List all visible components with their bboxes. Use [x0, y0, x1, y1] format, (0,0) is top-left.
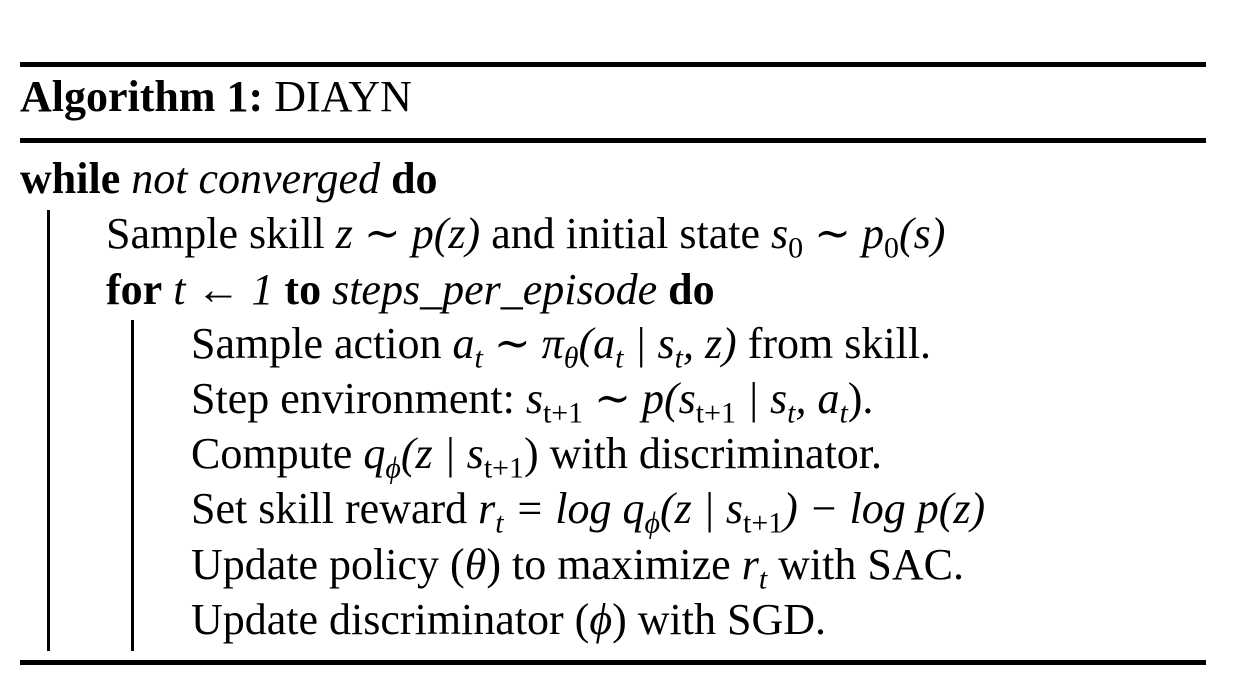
sample-skill-line: Sample skill z ∼ p(z) and initial state … [106, 209, 945, 274]
text: Step environment: [191, 374, 526, 423]
reward-line: Set skill reward rt = log qϕ(z | st+1) −… [191, 484, 985, 549]
math-sub: t [474, 341, 483, 375]
math-args: (a [578, 319, 616, 368]
math-p: ∼ p(s [583, 374, 696, 423]
math-p: p [861, 209, 884, 258]
math-z: z [335, 209, 353, 258]
text: Update policy ( [191, 540, 465, 589]
for-keyword: for [106, 265, 163, 314]
math-sub: ϕ [644, 506, 661, 540]
text: from skill. [736, 319, 932, 368]
math-sub: t+1 [542, 396, 584, 430]
math-a: a [452, 319, 475, 368]
math-sub: t+1 [483, 451, 524, 485]
while-keyword: while [20, 154, 121, 203]
while-do-keyword: do [391, 154, 438, 203]
text: Compute [191, 429, 364, 478]
math-r: r [741, 540, 759, 589]
math-sub: 0 [788, 231, 804, 265]
for-block-bar [131, 320, 134, 651]
math-ps: (s) [898, 209, 946, 258]
algorithm-title: Algorithm 1: DIAYN [20, 72, 412, 122]
math-s: s [771, 209, 789, 258]
math-bar: | s [735, 374, 788, 423]
math-sub: t+1 [695, 396, 736, 430]
math-sub: t [495, 506, 504, 540]
math-close: ) [523, 429, 539, 478]
while-condition: not converged [131, 154, 381, 203]
math-q: q [363, 429, 386, 478]
text: Update discriminator ( [191, 595, 590, 644]
algorithm-box: Algorithm 1: DIAYN while not converged d… [20, 0, 1206, 684]
text: with discriminator. [538, 429, 883, 478]
text: Sample skill [106, 209, 336, 258]
text: and initial state [480, 209, 772, 258]
math-s: s [525, 374, 543, 423]
to-keyword: to [284, 265, 322, 314]
math-sub: ϕ [385, 451, 401, 485]
text: ) to maximize [486, 540, 742, 589]
bottom-rule [20, 660, 1206, 665]
math-args: (z | s [660, 484, 744, 533]
for-do-keyword: do [668, 265, 715, 314]
for-var: t ← 1 [162, 265, 285, 314]
math-tail: ) − log p(z) [783, 484, 986, 533]
header-rule [20, 138, 1206, 143]
text: ). [847, 374, 874, 423]
math-sub: t [674, 341, 683, 375]
math-theta: θ [464, 540, 487, 589]
algorithm-name: DIAYN [274, 72, 412, 121]
math-pi: ∼ π [482, 319, 564, 368]
math-r: r [478, 484, 496, 533]
math-sim: ∼ [803, 209, 862, 258]
text: ) with SGD. [612, 595, 827, 644]
for-range: steps_per_episode [321, 265, 669, 314]
math-sub: θ [563, 341, 579, 375]
math-args: (z | s [400, 429, 484, 478]
update-disc-line: Update discriminator (ϕ) with SGD. [191, 595, 826, 645]
while-line: while not converged do [20, 154, 438, 204]
while-block-bar [47, 210, 50, 651]
for-line: for t ← 1 to steps_per_episode do [106, 265, 715, 315]
math-args: , z) [682, 319, 737, 368]
math-eq: = log q [503, 484, 645, 533]
algorithm-label: Algorithm 1: [20, 72, 264, 121]
math-args: | s [623, 319, 675, 368]
text: Set skill reward [191, 484, 479, 533]
text: Sample action [191, 319, 453, 368]
math-sub: t+1 [743, 506, 784, 540]
math-phi: ϕ [589, 595, 613, 644]
top-rule [20, 62, 1206, 67]
math-pz: p(z) [411, 209, 481, 258]
math-sub: 0 [883, 231, 899, 265]
math-sub: t [758, 562, 768, 596]
math-a: , a [795, 374, 840, 423]
text: with SAC. [767, 540, 964, 589]
math-sim: ∼ [352, 209, 412, 258]
math-sub: t [839, 396, 848, 430]
